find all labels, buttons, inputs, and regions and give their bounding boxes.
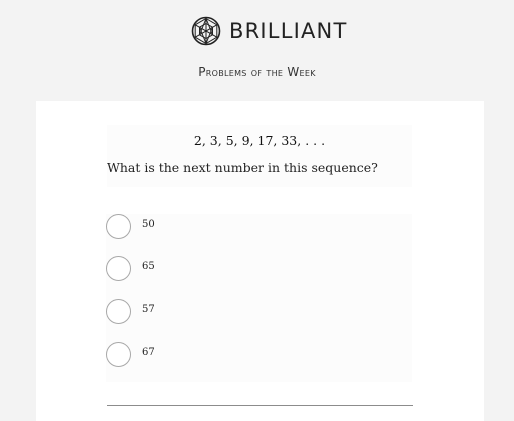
brand-name: BRILLIANT — [229, 19, 348, 43]
radio-button[interactable] — [106, 342, 131, 367]
choice-option[interactable]: 57 — [106, 299, 412, 327]
choice-label: 65 — [142, 261, 155, 272]
problem-statement: 2, 3, 5, 9, 17, 33, . . . What is the ne… — [107, 125, 412, 187]
question-text: What is the next number in this sequence… — [107, 160, 378, 175]
page-subtitle: Problems of the Week — [198, 65, 316, 79]
problem-card: 2, 3, 5, 9, 17, 33, . . . What is the ne… — [36, 101, 484, 421]
choice-option[interactable]: 65 — [106, 256, 412, 284]
divider — [107, 405, 413, 406]
radio-button[interactable] — [106, 256, 131, 281]
sequence-text: 2, 3, 5, 9, 17, 33, . . . — [193, 133, 326, 148]
choice-label: 57 — [142, 304, 155, 315]
page-header: BRILLIANT Problems of the Week — [0, 0, 514, 100]
brand[interactable]: BRILLIANT — [191, 15, 348, 47]
choice-label: 50 — [142, 219, 155, 230]
answer-choices: 50 65 57 67 — [106, 214, 412, 382]
radio-button[interactable] — [106, 299, 131, 324]
brilliant-logo-icon — [191, 16, 221, 46]
choice-label: 67 — [142, 347, 155, 358]
radio-button[interactable] — [106, 214, 131, 239]
choice-option[interactable]: 67 — [106, 342, 412, 370]
choice-option[interactable]: 50 — [106, 214, 412, 242]
